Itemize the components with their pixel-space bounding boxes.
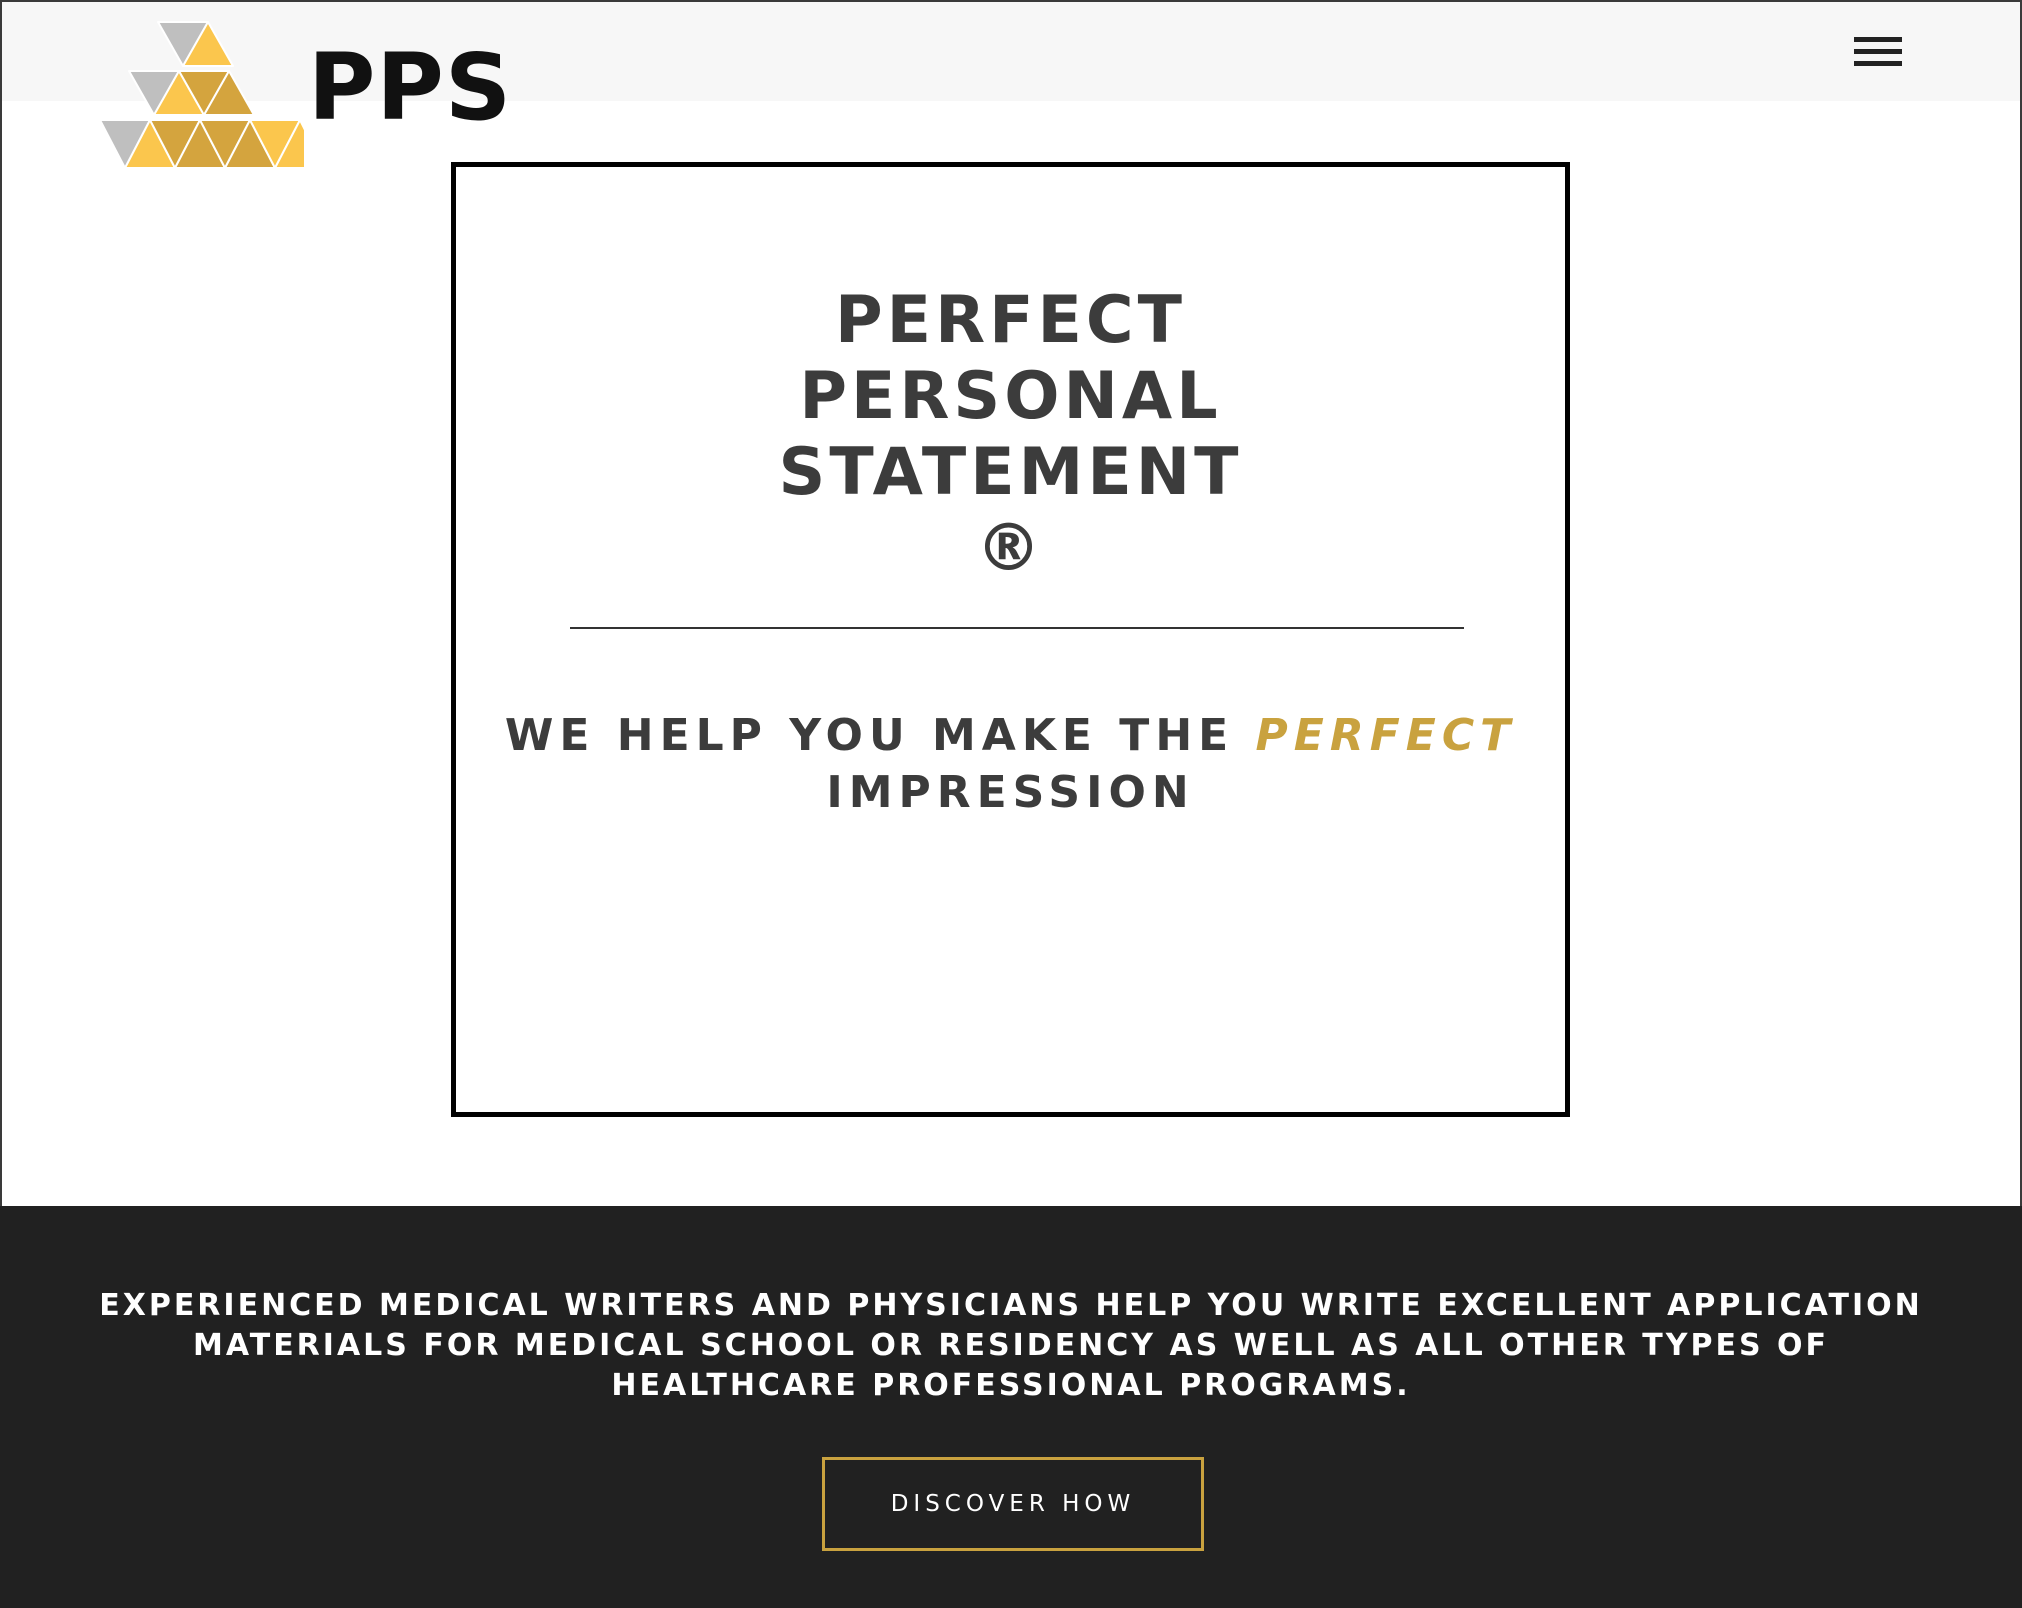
tagline-prefix: WE HELP YOU MAKE THE: [504, 710, 1235, 761]
hero-title-line: PERSONAL: [799, 359, 1222, 434]
discover-how-button[interactable]: DISCOVER HOW: [822, 1457, 1204, 1551]
logo-wordmark: PPS: [308, 34, 513, 141]
tagline-suffix: IMPRESSION: [826, 767, 1195, 818]
hero-divider: [570, 627, 1464, 629]
hero-tagline: WE HELP YOU MAKE THE PERFECT IMPRESSION: [456, 707, 1565, 821]
hamburger-menu-button[interactable]: [1846, 34, 1910, 70]
hero-title-line: STATEMENT: [778, 435, 1243, 510]
hamburger-menu-icon: [1854, 37, 1902, 42]
window-border-left: [0, 0, 2, 1206]
site-logo[interactable]: PPS: [100, 20, 520, 175]
intro-section: EXPERIENCED MEDICAL WRITERS AND PHYSICIA…: [0, 1206, 2022, 1608]
logo-triangle-mark-icon: [100, 21, 305, 169]
hero-panel: PERFECT PERSONAL STATEMENT ® WE HELP YOU…: [451, 162, 1570, 1117]
registered-mark: ®: [976, 511, 1045, 586]
tagline-accent: PERFECT: [1255, 710, 1517, 761]
hero-title-line: PERFECT: [835, 283, 1186, 358]
hero-title: PERFECT PERSONAL STATEMENT ®: [456, 283, 1565, 587]
intro-text: EXPERIENCED MEDICAL WRITERS AND PHYSICIA…: [99, 1288, 1923, 1403]
